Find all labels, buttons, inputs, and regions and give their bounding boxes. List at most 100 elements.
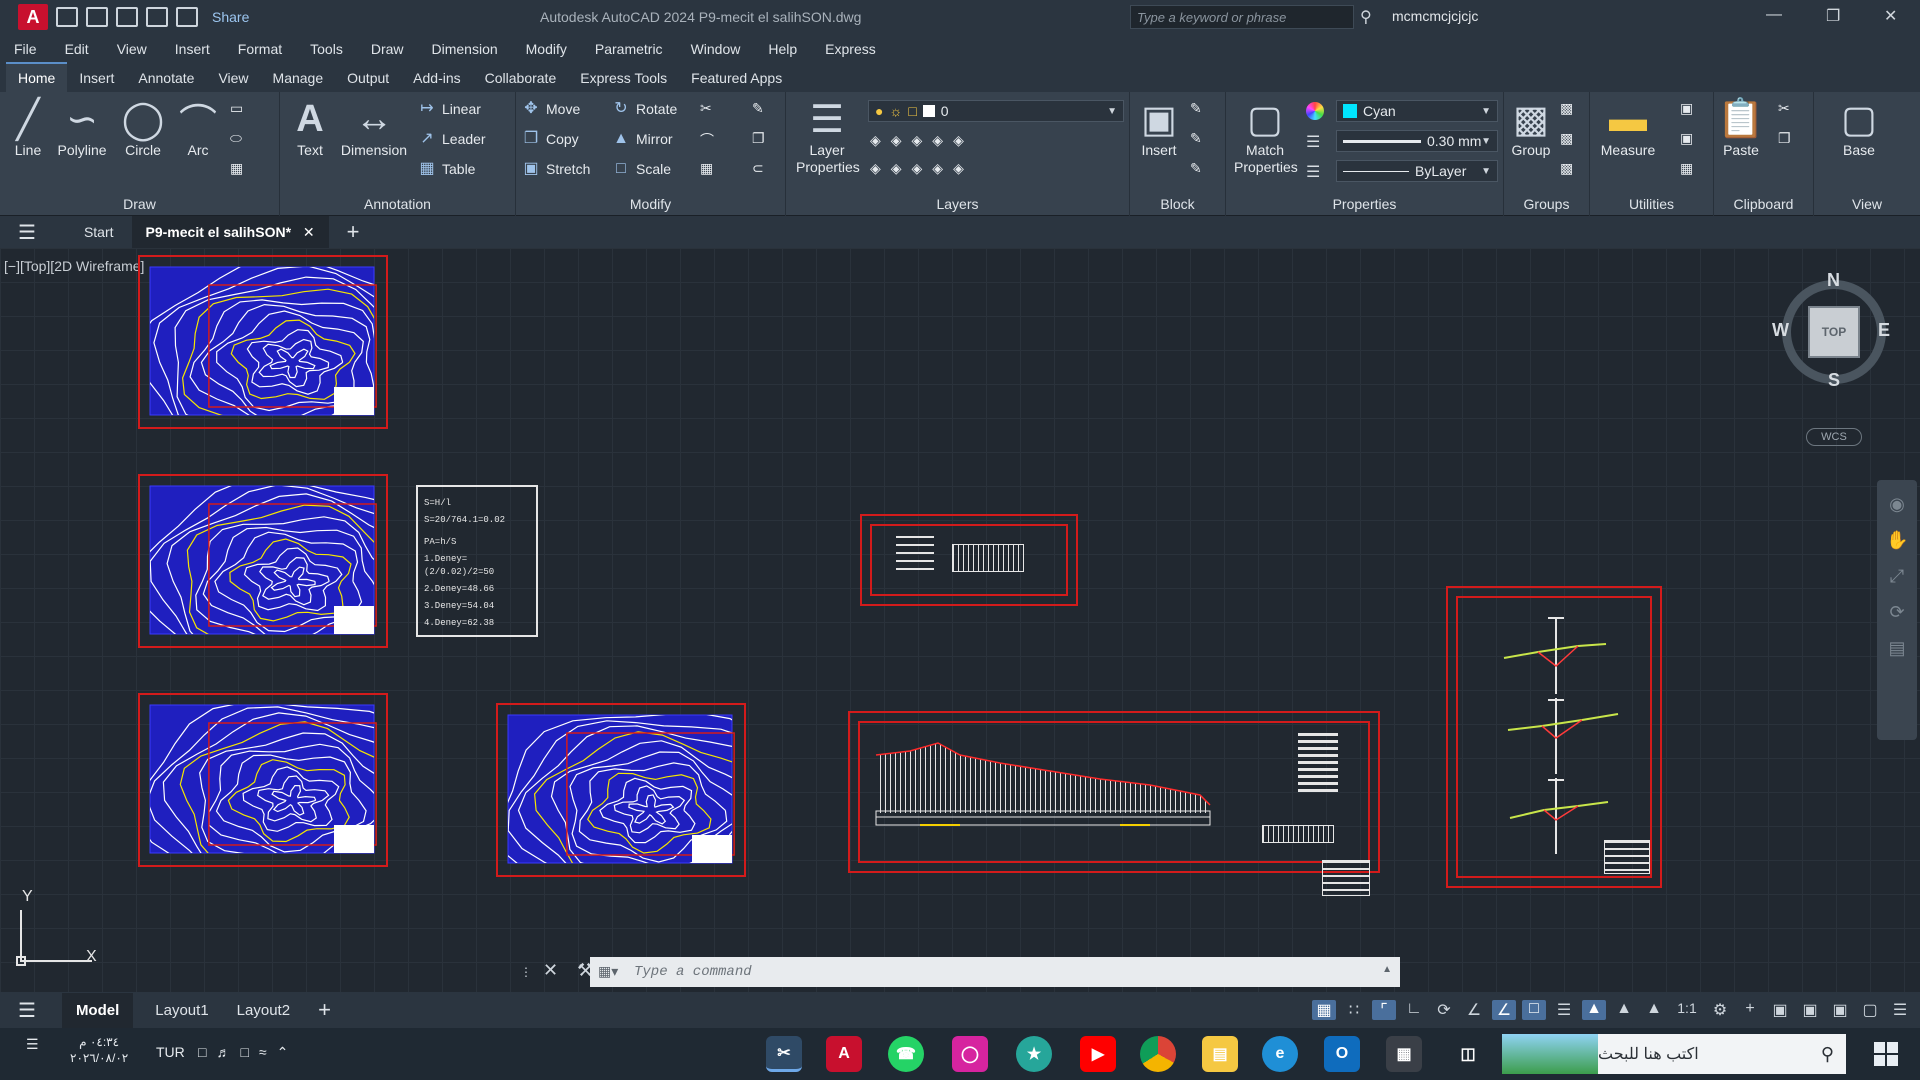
viewcube[interactable]: TOP N S E W bbox=[1772, 270, 1896, 394]
grid-icon[interactable]: ▦ bbox=[1312, 1000, 1336, 1020]
menu-parametric[interactable]: Parametric bbox=[595, 41, 663, 57]
scale-button[interactable]: □ Scale bbox=[612, 160, 671, 178]
linear-button[interactable]: ↦ Linear bbox=[418, 100, 481, 118]
color-dropdown[interactable]: Cyan ▼ bbox=[1336, 100, 1498, 122]
leader-button[interactable]: ↗ Leader bbox=[418, 130, 485, 148]
tab-home[interactable]: Home bbox=[6, 62, 68, 92]
explode-icon[interactable]: ❐ bbox=[752, 130, 765, 147]
auto-scale-icon[interactable]: ▲ bbox=[1612, 1000, 1636, 1020]
detail-sheet[interactable] bbox=[860, 514, 1078, 606]
pan-icon[interactable]: ✋ bbox=[1886, 530, 1908, 552]
cut-icon[interactable]: ✂ bbox=[1778, 100, 1790, 117]
arc-button[interactable]: ⌒ Arc bbox=[176, 100, 220, 159]
drawing-canvas[interactable]: [−][Top][2D Wireframe] S=H/l S=20/764.1=… bbox=[0, 248, 1920, 992]
view-panel-title[interactable]: View bbox=[1814, 196, 1920, 212]
notification-icon[interactable]: ☰ bbox=[26, 1036, 39, 1053]
zoom-extents-icon[interactable]: ⤢ bbox=[1886, 566, 1908, 588]
system-clock[interactable]: ٠٤:٣٤ م ٢٠٢٦/٠٨/٠٢ bbox=[70, 1034, 128, 1066]
lineweight-dropdown[interactable]: 0.30 mm ▼ bbox=[1336, 130, 1498, 152]
app-instagram-icon[interactable]: ◯ bbox=[952, 1036, 988, 1072]
tab-insert[interactable]: Insert bbox=[67, 64, 126, 92]
app-chrome-icon[interactable] bbox=[1140, 1036, 1176, 1072]
tab-layout1[interactable]: Layout1 bbox=[155, 1002, 208, 1019]
linetype-dropdown[interactable]: ByLayer ▼ bbox=[1336, 160, 1498, 182]
layer-tools-row1[interactable]: ◈◈◈◈◈ bbox=[870, 132, 974, 149]
autocad-logo-icon[interactable]: A bbox=[18, 4, 48, 30]
menu-dimension[interactable]: Dimension bbox=[432, 41, 498, 57]
polar-icon[interactable]: ⟳ bbox=[1432, 1000, 1456, 1020]
topo-sheet-3[interactable] bbox=[138, 693, 388, 867]
rotate-button[interactable]: ↻ Rotate bbox=[612, 100, 677, 118]
annotation-scale-icon[interactable]: ▲ bbox=[1642, 1000, 1666, 1020]
base-view-button[interactable]: ▢ Base bbox=[1834, 99, 1884, 159]
wcs-menu[interactable]: WCS bbox=[1806, 428, 1862, 446]
infer-constraints-icon[interactable]: ⌜ bbox=[1372, 1000, 1396, 1020]
layer-tools-row2[interactable]: ◈◈◈◈◈ bbox=[870, 160, 974, 177]
compass-west[interactable]: W bbox=[1772, 320, 1789, 341]
insert-block-button[interactable]: ▣ Insert bbox=[1136, 99, 1182, 159]
command-input[interactable]: Type a command bbox=[634, 964, 752, 980]
annotation-scale-value[interactable]: 1:1 bbox=[1672, 1000, 1702, 1020]
line-button[interactable]: ╱ Line bbox=[8, 99, 48, 159]
tab-start[interactable]: Start bbox=[84, 224, 114, 240]
menu-window[interactable]: Window bbox=[691, 41, 741, 57]
command-prompt-icon[interactable]: ▦▾ bbox=[598, 963, 618, 980]
offset-icon[interactable]: ⊂ bbox=[752, 160, 764, 177]
lineweight-toggle-icon[interactable]: ☰ bbox=[1552, 1000, 1576, 1020]
dimension-button[interactable]: ↔ Dimension bbox=[336, 98, 412, 159]
measure-button[interactable]: ▬ Measure bbox=[1596, 98, 1660, 159]
minimize-icon[interactable]: — bbox=[1766, 6, 1782, 24]
layers-panel-title[interactable]: Layers bbox=[786, 196, 1129, 212]
command-line[interactable]: ▦▾ Type a command ▲ bbox=[590, 957, 1400, 987]
layout-menu-icon[interactable]: ☰ bbox=[18, 998, 36, 1023]
copy-button[interactable]: ❐ Copy bbox=[522, 130, 579, 148]
share-button[interactable]: Share bbox=[212, 9, 249, 25]
command-history-icon[interactable]: ▲ bbox=[1382, 964, 1392, 975]
menu-hamburger-icon[interactable]: ☰ bbox=[18, 220, 36, 245]
hatch-icon[interactable]: ▦ bbox=[230, 160, 243, 177]
paste-button[interactable]: 📋 Paste bbox=[1717, 98, 1764, 158]
new-tab-icon[interactable]: + bbox=[347, 219, 360, 245]
showmotion-icon[interactable]: ▤ bbox=[1886, 638, 1908, 660]
ungroup-icon[interactable]: ▩ bbox=[1560, 100, 1573, 117]
match-properties-button[interactable]: ▢ Match Properties bbox=[1230, 99, 1300, 176]
user-account[interactable]: mcmcmcjcjcjc bbox=[1392, 8, 1478, 24]
menu-tools[interactable]: Tools bbox=[310, 41, 343, 57]
app-snipping-icon[interactable]: ✂ bbox=[766, 1036, 802, 1072]
snap-icon[interactable]: ∷ bbox=[1342, 1000, 1366, 1020]
object-snap-tracking-icon[interactable]: ∠ bbox=[1492, 1000, 1516, 1020]
object-snap-icon[interactable]: □ bbox=[1522, 1000, 1546, 1020]
close-icon[interactable]: ✕ bbox=[1884, 6, 1897, 26]
topo-sheet-1[interactable] bbox=[138, 255, 388, 429]
modify-panel-title[interactable]: Modify bbox=[516, 196, 785, 212]
compass-south[interactable]: S bbox=[1828, 370, 1840, 391]
stretch-button[interactable]: ▣ Stretch bbox=[522, 160, 590, 178]
tab-model[interactable]: Model bbox=[61, 992, 134, 1028]
topo-sheet-4[interactable] bbox=[496, 703, 746, 877]
table-button[interactable]: ▦ Table bbox=[418, 160, 475, 178]
tab-annotate[interactable]: Annotate bbox=[126, 64, 206, 92]
save-as-icon[interactable] bbox=[146, 7, 168, 27]
windows-search-box[interactable]: اكتب هنا للبحث ⚲ bbox=[1598, 1034, 1846, 1074]
trim-icon[interactable]: ✂ bbox=[700, 100, 712, 117]
array-icon[interactable]: ▦ bbox=[700, 160, 713, 177]
gear-icon[interactable]: ⚙ bbox=[1708, 1000, 1732, 1020]
menu-express[interactable]: Express bbox=[825, 41, 876, 57]
tab-active-drawing[interactable]: P9-mecit el salihSON* ✕ bbox=[131, 215, 329, 249]
text-button[interactable]: A Text bbox=[290, 98, 330, 159]
app-autocad-icon[interactable]: A bbox=[826, 1036, 862, 1072]
ortho-icon[interactable]: ∟ bbox=[1402, 1000, 1426, 1020]
viewport-controls[interactable]: [−][Top][2D Wireframe] bbox=[4, 258, 144, 274]
isolate-objects-icon[interactable]: ▣ bbox=[1828, 1000, 1852, 1020]
menu-help[interactable]: Help bbox=[768, 41, 797, 57]
group-button[interactable]: ▩ Group bbox=[1508, 99, 1554, 159]
erase-icon[interactable]: ✎ bbox=[752, 100, 764, 117]
tab-output[interactable]: Output bbox=[335, 64, 401, 92]
quick-properties-icon[interactable]: ▣ bbox=[1798, 1000, 1822, 1020]
utilities-panel-title[interactable]: Utilities bbox=[1590, 196, 1713, 212]
menu-edit[interactable]: Edit bbox=[65, 41, 89, 57]
groups-panel-title[interactable]: Groups bbox=[1504, 196, 1589, 212]
help-search-input[interactable]: Type a keyword or phrase bbox=[1130, 5, 1354, 29]
select-all-icon[interactable]: ▣ bbox=[1680, 130, 1693, 147]
topo-sheet-2[interactable] bbox=[138, 474, 388, 648]
